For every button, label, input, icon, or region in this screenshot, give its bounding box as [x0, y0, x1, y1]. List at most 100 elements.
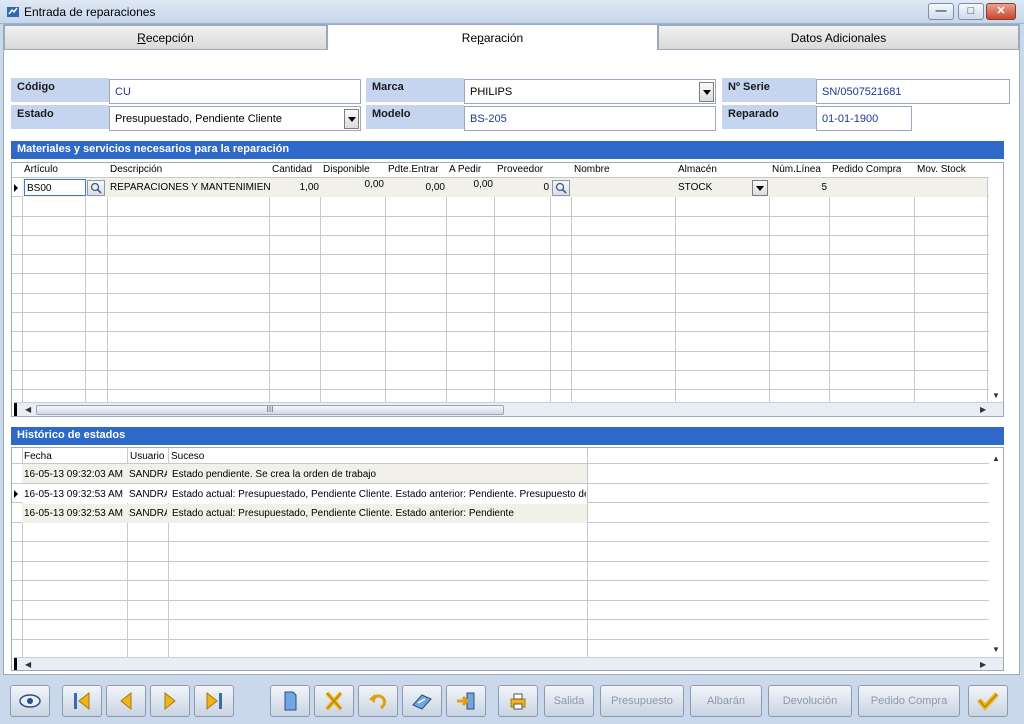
col-fecha[interactable]: Fecha	[22, 450, 52, 464]
marca-select[interactable]: PHILIPS	[464, 79, 716, 104]
usuario-cell: SANDRA	[129, 489, 167, 500]
reparado-field[interactable]: 01-01-1900	[816, 106, 912, 131]
undo-button[interactable]	[358, 685, 398, 717]
tab-reparacion-label-pre: Re	[461, 30, 478, 45]
pdte-entrar-cell[interactable]: 0,00	[387, 179, 445, 193]
grid-row-divider	[12, 580, 989, 581]
devolucion-button[interactable]: Devolución	[768, 685, 852, 717]
tab-reparacion[interactable]: Reparación	[327, 24, 658, 50]
close-icon: ✕	[996, 5, 1006, 17]
chevron-down-icon[interactable]	[699, 82, 714, 102]
codigo-field[interactable]: CU	[109, 79, 361, 104]
col-articulo[interactable]: Artículo	[22, 163, 58, 177]
materials-grid[interactable]: Artículo Descripción Cantidad Disponible…	[11, 162, 1004, 417]
col-nombre[interactable]: Nombre	[572, 163, 610, 177]
search-icon[interactable]	[87, 180, 105, 196]
num-linea-cell[interactable]: 5	[771, 179, 827, 193]
col-cantidad[interactable]: Cantidad	[270, 163, 312, 177]
salida-button[interactable]: Salida	[544, 685, 594, 717]
tab-datos-adicionales-label: Datos Adicionales	[790, 30, 887, 45]
previous-record-button[interactable]	[106, 685, 146, 717]
grid-col-divider	[769, 177, 770, 402]
scroll-up-icon[interactable]: ▲	[992, 454, 1000, 463]
fecha-cell: 16-05-13 09:32:03 AM	[24, 469, 123, 480]
grid-col-divider	[269, 177, 270, 402]
view-button[interactable]	[10, 685, 50, 717]
maximize-icon: □	[967, 5, 975, 17]
materials-vscroll[interactable]: ▼	[989, 177, 1003, 402]
grid-col-divider	[22, 177, 23, 402]
bottom-toolbar: Salida Presupuesto Albarán Devolución Pe…	[0, 676, 1024, 724]
last-record-button[interactable]	[194, 685, 234, 717]
cantidad-cell[interactable]: 1,00	[271, 179, 319, 193]
articulo-cell[interactable]: BS00	[24, 179, 86, 196]
materials-hscroll[interactable]: ◀ III ▶	[14, 402, 1003, 416]
serie-field[interactable]: SN/0507521681	[816, 79, 1010, 104]
almacen-cell[interactable]: STOCK	[678, 179, 750, 193]
col-almacen[interactable]: Almacén	[676, 163, 717, 177]
print-button[interactable]	[498, 685, 538, 717]
col-disponible[interactable]: Disponible	[321, 163, 370, 177]
estado-select[interactable]: Presupuestado, Pendiente Cliente	[109, 106, 361, 131]
tab-datos-adicionales[interactable]: Datos Adicionales	[658, 25, 1019, 50]
scroll-edge	[14, 403, 17, 416]
nombre-cell[interactable]	[573, 179, 673, 182]
col-a-pedir[interactable]: A Pedir	[447, 163, 481, 177]
a-pedir-cell[interactable]: 0,00	[448, 176, 493, 190]
presupuesto-button[interactable]: Presupuesto	[600, 685, 684, 717]
col-suceso[interactable]: Suceso	[169, 450, 204, 464]
proveedor-cell[interactable]: 0	[496, 179, 549, 193]
col-usuario[interactable]: Usuario	[128, 450, 164, 464]
modelo-field[interactable]: BS-205	[464, 106, 716, 131]
next-record-button[interactable]	[150, 685, 190, 717]
codigo-label: Código	[11, 78, 109, 102]
delete-button[interactable]	[314, 685, 354, 717]
history-grid[interactable]: Fecha Usuario Suceso 16-05-13 09:32:03 A…	[11, 447, 1004, 671]
scroll-left-icon[interactable]: ◀	[25, 660, 31, 669]
grid-row-divider	[12, 216, 989, 217]
scroll-right-icon[interactable]: ▶	[980, 405, 986, 414]
scroll-right-icon[interactable]: ▶	[980, 660, 986, 669]
scroll-left-icon[interactable]: ◀	[25, 405, 31, 414]
grid-col-divider	[85, 177, 86, 402]
col-descripcion[interactable]: Descripción	[108, 163, 162, 177]
scroll-edge	[14, 658, 17, 670]
disponible-cell[interactable]: 0,00	[322, 176, 384, 190]
albaran-button[interactable]: Albarán	[690, 685, 762, 717]
grid-row-divider	[12, 600, 989, 601]
descripcion-cell[interactable]: REPARACIONES Y MANTENIMIENTO	[110, 179, 270, 193]
col-mov-stock[interactable]: Mov. Stock	[915, 163, 966, 177]
chevron-down-icon[interactable]	[344, 109, 359, 129]
marca-value: PHILIPS	[470, 86, 513, 98]
grid-row-divider	[12, 293, 989, 294]
usuario-cell: SANDRA	[129, 508, 167, 519]
pedido-compra-button[interactable]: Pedido Compra	[858, 685, 960, 717]
first-record-button[interactable]	[62, 685, 102, 717]
col-pdte-entrar[interactable]: Pdte.Entrar	[386, 163, 439, 177]
grid-col-divider	[107, 177, 108, 402]
fecha-cell: 16-05-13 09:32:53 AM	[24, 489, 123, 500]
col-num-linea[interactable]: Núm.Línea	[770, 163, 821, 177]
scroll-down-icon[interactable]: ▼	[992, 645, 1000, 654]
col-pedido-compra[interactable]: Pedido Compra	[830, 163, 901, 177]
tab-recepcion[interactable]: Recepción	[4, 25, 327, 50]
col-proveedor[interactable]: Proveedor	[495, 163, 543, 177]
grid-col-divider	[987, 177, 988, 402]
minimize-button[interactable]: —	[928, 3, 954, 20]
edit-button[interactable]	[402, 685, 442, 717]
exit-button[interactable]	[446, 685, 486, 717]
grid-row-divider	[12, 254, 989, 255]
scroll-down-icon[interactable]: ▼	[992, 391, 1000, 400]
grid-row-divider	[12, 235, 989, 236]
search-icon[interactable]	[552, 180, 570, 196]
chevron-down-icon[interactable]	[752, 180, 768, 196]
scroll-thumb[interactable]: III	[36, 405, 504, 415]
history-hscroll[interactable]: ◀ ▶	[14, 657, 1003, 670]
history-vscroll[interactable]: ▲ ▼	[989, 448, 1003, 658]
previous-icon	[120, 691, 132, 711]
eye-icon	[19, 694, 41, 708]
close-button[interactable]: ✕	[986, 3, 1016, 20]
new-record-button[interactable]	[270, 685, 310, 717]
confirm-button[interactable]	[968, 685, 1008, 717]
maximize-button[interactable]: □	[958, 3, 984, 20]
